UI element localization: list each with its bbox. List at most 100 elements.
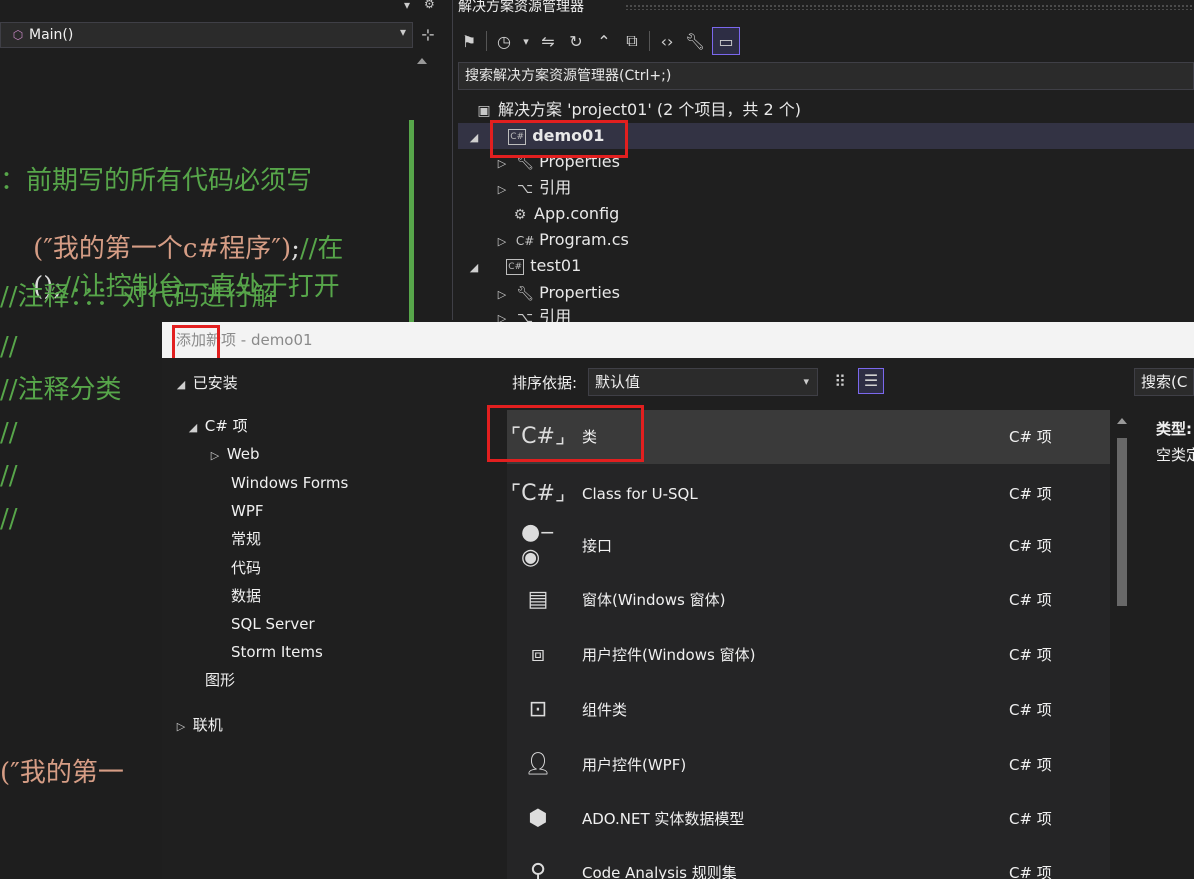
type-label: 类型: <box>1156 420 1192 438</box>
collapsed-triangle-icon[interactable]: ▷ <box>494 229 510 255</box>
member-navigation-dropdown[interactable]: ⬡ Main() ▾ <box>0 22 413 48</box>
title-grip[interactable] <box>625 4 1194 10</box>
code-line[interactable]: //注释：：：对代码进行解 <box>0 282 278 312</box>
highlight-annotation-class <box>487 405 644 462</box>
solution-search-input[interactable]: 搜索解决方案资源管理器(Ctrl+;) <box>458 62 1194 90</box>
csharp-project-icon: C# <box>506 258 525 275</box>
template-details-panel: 类型: 空类定 <box>1136 410 1194 879</box>
template-item-code-analysis-ruleset[interactable]: ⚲ Code Analysis 规则集 C# 项 <box>507 846 1110 879</box>
ado-model-icon: ⬢ <box>528 805 548 831</box>
tree-item-properties[interactable]: ▷ 🔧︎ Properties <box>494 280 620 306</box>
template-item-windows-form[interactable]: ▤ 窗体(Windows 窗体) C# 项 <box>507 573 1110 627</box>
references-icon: ⌥ <box>517 181 534 197</box>
dropdown-arrow-icon[interactable]: ▾ <box>521 30 531 52</box>
template-item-ado-entity-model[interactable]: ⬢ ADO.NET 实体数据模型 C# 项 <box>507 792 1110 846</box>
scroll-thumb[interactable] <box>1117 438 1127 606</box>
category-general[interactable]: 常规 <box>231 526 261 552</box>
screen: ▾ ⚙ ⬡ Main() ▾ ⊹ ：前期写的所有代码必须写 (″我的第一个c#程… <box>0 0 1194 879</box>
preview-selected-icon[interactable]: ▭ <box>712 27 740 55</box>
pane-options[interactable]: ▾ ⚙ <box>394 0 442 16</box>
sort-label: 排序依据: <box>512 374 578 392</box>
config-file-icon: ⚙ <box>513 207 527 223</box>
form-icon: ▤ <box>527 586 549 612</box>
show-all-files-icon[interactable]: ⧉ <box>621 30 643 52</box>
toolbar-separator <box>649 31 650 51</box>
category-storm-items[interactable]: Storm Items <box>231 639 323 665</box>
expanded-triangle-icon[interactable]: ◢ <box>186 415 200 441</box>
scroll-up-icon[interactable] <box>1117 418 1127 424</box>
ruleset-icon: ⚲ <box>529 859 547 879</box>
code-line[interactable]: //注释分类 <box>0 375 122 405</box>
type-description: 空类定 <box>1156 446 1194 464</box>
tree-item-program-cs[interactable]: ▷ C# Program.cs <box>494 227 629 253</box>
method-icon: ⬡ <box>12 28 24 42</box>
pending-changes-icon[interactable]: ◷ <box>493 30 515 52</box>
member-name: Main() <box>29 27 74 43</box>
category-csharp-items[interactable]: ◢ C# 项 <box>186 413 248 439</box>
collapsed-triangle-icon[interactable]: ▷ <box>494 177 510 203</box>
template-item-usql-class[interactable]: ⌜C#⌟ Class for U-SQL C# 项 <box>507 467 1110 521</box>
category-wpf[interactable]: WPF <box>231 498 264 524</box>
category-graphics[interactable]: 图形 <box>205 667 235 693</box>
list-view-icon[interactable]: ☰ <box>858 368 884 394</box>
template-list-scrollbar[interactable] <box>1112 410 1132 879</box>
collapsed-triangle-icon[interactable]: ▷ <box>174 714 188 740</box>
sync-icon[interactable]: ⇋ <box>537 30 559 52</box>
collapsed-triangle-icon[interactable]: ▷ <box>208 443 222 469</box>
refresh-icon[interactable]: ↻ <box>565 30 587 52</box>
template-item-user-control[interactable]: ⧈ 用户控件(Windows 窗体) C# 项 <box>507 628 1110 682</box>
category-windows-forms[interactable]: Windows Forms <box>231 470 348 496</box>
wpf-user-control-icon: 👤︎ <box>524 751 552 777</box>
dropdown-arrow-icon[interactable]: ▾ <box>404 0 410 12</box>
sort-value: 默认值 <box>595 373 641 391</box>
wrench-icon[interactable]: 🔧︎ <box>684 30 706 52</box>
chevron-down-icon[interactable]: ▾ <box>803 369 809 395</box>
category-web[interactable]: ▷ Web <box>208 441 260 469</box>
expanded-triangle-icon[interactable]: ◢ <box>466 255 482 281</box>
code-line[interactable]: // <box>0 461 18 491</box>
component-icon: ⊡ <box>528 696 548 722</box>
collapse-all-icon[interactable]: ⌃ <box>593 30 615 52</box>
category-installed[interactable]: ◢ 已安装 <box>174 370 238 396</box>
toolbar-separator <box>486 31 487 51</box>
solution-explorer-toolbar: ⚑ ◷ ▾ ⇋ ↻ ⌃ ⧉ ‹› 🔧︎ ▭ <box>458 24 1194 58</box>
expanded-triangle-icon[interactable]: ◢ <box>466 125 482 151</box>
category-data[interactable]: 数据 <box>231 583 261 609</box>
vs-solution-icon[interactable]: ⚑ <box>458 30 480 52</box>
sort-dropdown[interactable]: 默认值 ▾ <box>588 368 818 396</box>
grid-view-icon[interactable]: ⠿ <box>828 370 852 394</box>
code-line[interactable]: // <box>0 504 18 534</box>
interface-icon: ●‒◉ <box>521 520 555 570</box>
highlight-annotation-demo01 <box>490 120 628 158</box>
category-code[interactable]: 代码 <box>231 555 261 581</box>
code-line[interactable]: // <box>0 332 18 362</box>
scroll-up-icon[interactable] <box>417 58 427 64</box>
category-sql-server[interactable]: SQL Server <box>231 611 315 637</box>
csharp-file-icon: C# <box>515 234 535 248</box>
solution-explorer-title: 解决方案资源管理器 <box>458 0 584 15</box>
editor-tab-bar <box>0 0 443 22</box>
code-view-icon[interactable]: ‹› <box>656 30 678 52</box>
code-line[interactable]: (″我的第一 <box>0 758 124 788</box>
template-list: ⌜C#⌟ 类 C# 项 ⌜C#⌟ Class for U-SQL C# 项 ●‒… <box>507 410 1110 879</box>
template-search-input[interactable]: 搜索(C <box>1134 368 1194 396</box>
expanded-triangle-icon[interactable]: ◢ <box>174 372 188 398</box>
code-line[interactable]: ：前期写的所有代码必须写 <box>0 166 312 196</box>
tree-item-app-config[interactable]: ⚙ App.config <box>510 201 620 227</box>
usql-class-icon: ⌜C#⌟ <box>510 480 566 506</box>
category-online[interactable]: ▷ 联机 <box>174 712 223 738</box>
tree-item-project-test01[interactable]: ◢ C# test01 <box>466 253 582 281</box>
gear-icon[interactable]: ⚙ <box>424 0 435 11</box>
template-item-wpf-user-control[interactable]: 👤︎ 用户控件(WPF) C# 项 <box>507 738 1110 792</box>
dialog-title: 添加新项 - demo01 <box>162 322 1194 358</box>
chevron-down-icon[interactable]: ▾ <box>400 25 406 39</box>
user-control-icon: ⧈ <box>531 641 545 667</box>
code-line[interactable]: // <box>0 418 18 448</box>
split-editor-icon[interactable]: ⊹ <box>413 22 443 48</box>
collapsed-triangle-icon[interactable]: ▷ <box>494 306 510 322</box>
tree-item-references[interactable]: ▷ ⌥ 引用 <box>494 175 571 201</box>
tree-item-references[interactable]: ▷ ⌥ 引用 <box>494 304 571 322</box>
references-icon: ⌥ <box>517 310 534 322</box>
template-item-interface[interactable]: ●‒◉ 接口 C# 项 <box>507 519 1110 573</box>
template-item-component-class[interactable]: ⊡ 组件类 C# 项 <box>507 683 1110 737</box>
